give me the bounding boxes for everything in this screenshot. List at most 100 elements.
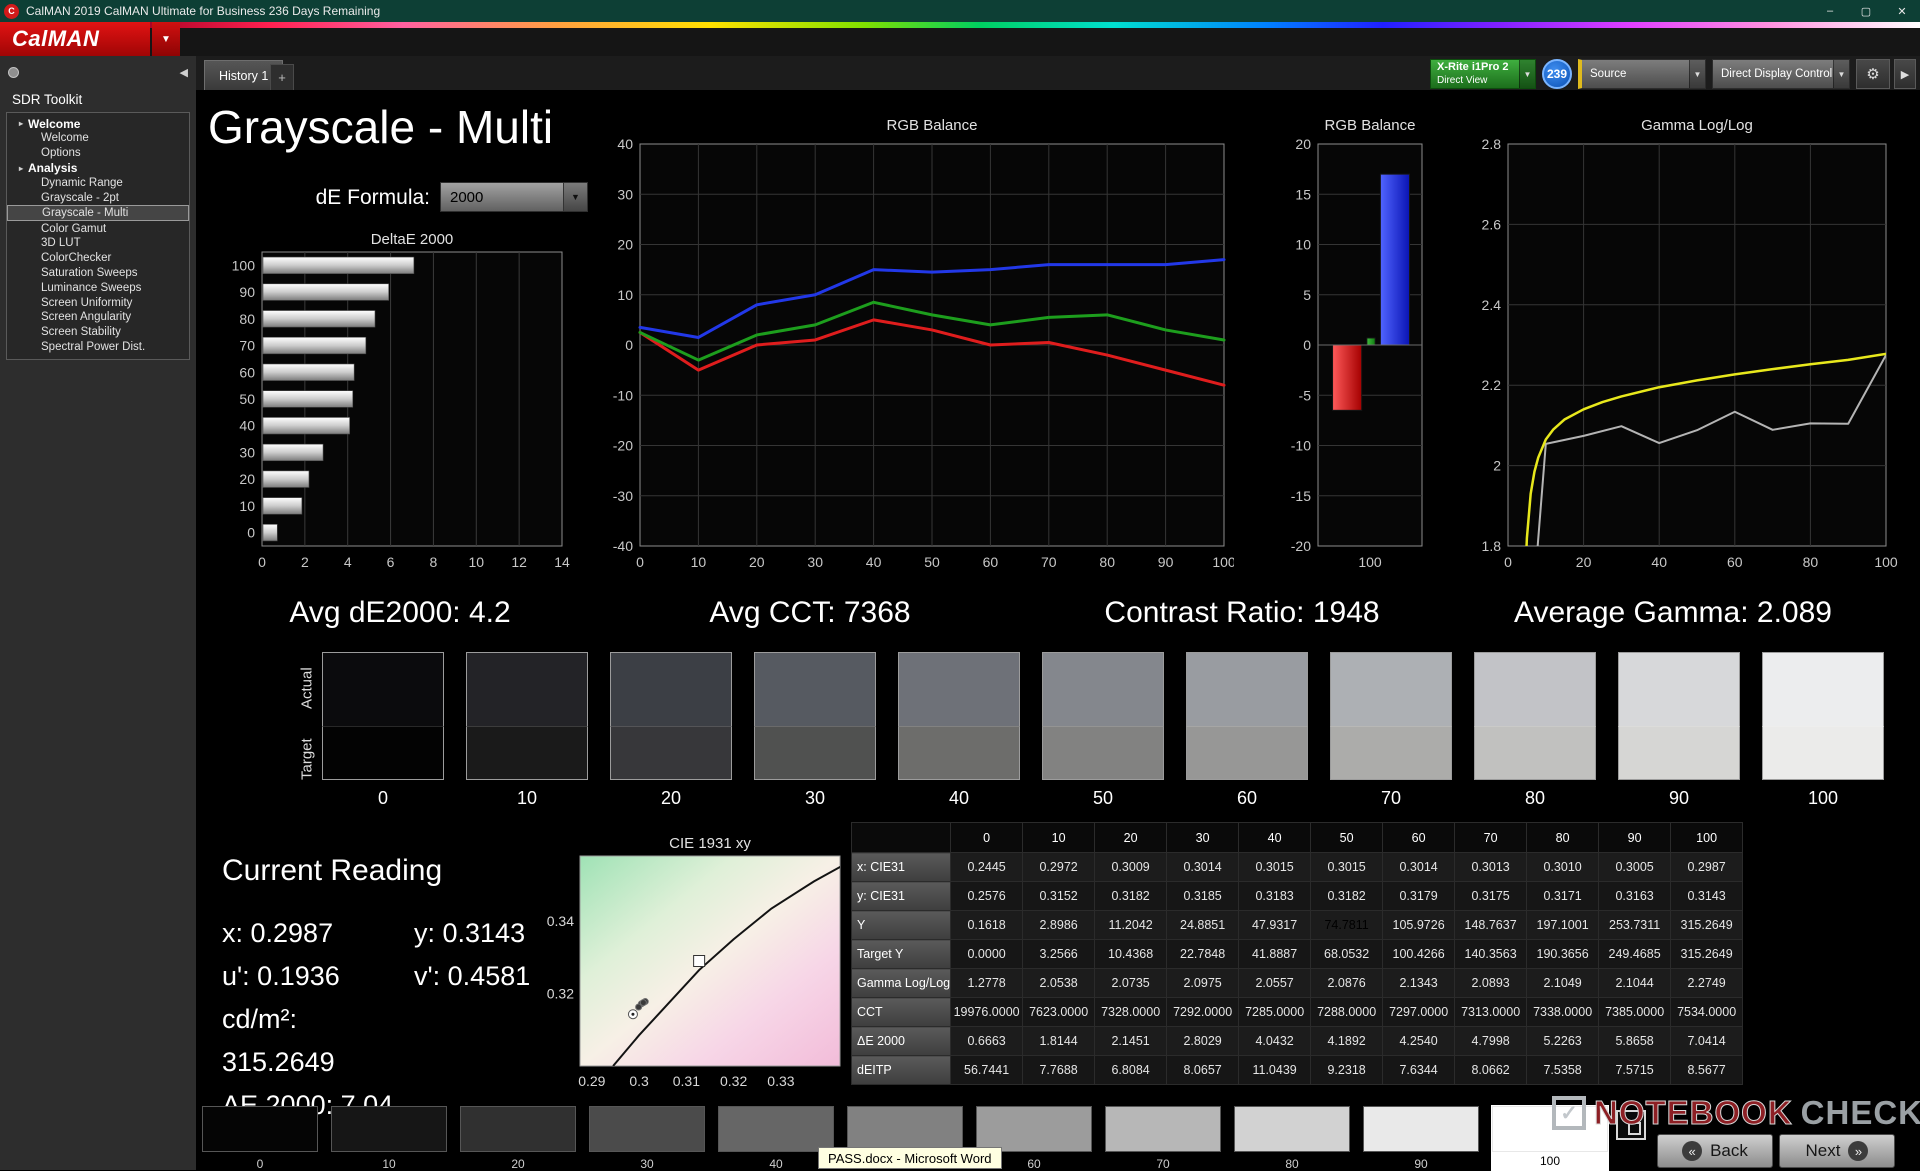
table-cell: 9.2318 <box>1310 1055 1384 1085</box>
sidebar-item-screen-angularity[interactable]: Screen Angularity <box>7 310 189 325</box>
pattern-button-80[interactable]: 80 <box>1234 1106 1350 1171</box>
pattern-button-0[interactable]: 0 <box>202 1106 318 1171</box>
tab-add-button[interactable]: + <box>270 64 294 90</box>
chevron-down-icon[interactable]: ▼ <box>1689 60 1705 88</box>
sidebar-item-options[interactable]: Options <box>7 146 189 161</box>
swatch-level-label: 40 <box>948 788 970 808</box>
table-cell: 315.2649 <box>1670 910 1744 940</box>
chevron-down-icon[interactable]: ▼ <box>1833 60 1849 88</box>
table-cell: 0.3152 <box>1022 881 1096 911</box>
sidebar-item-saturation-sweeps[interactable]: Saturation Sweeps <box>7 266 189 281</box>
svg-text:1.8: 1.8 <box>1482 538 1502 554</box>
table-cell: 7338.0000 <box>1526 997 1600 1027</box>
swatch-level-label: 0 <box>377 788 388 808</box>
reading-count-badge[interactable]: 239 <box>1542 59 1572 89</box>
svg-text:80: 80 <box>239 311 255 327</box>
table-cell: 2.0893 <box>1454 968 1528 998</box>
table-cell: 5.2263 <box>1526 1026 1600 1056</box>
pattern-button-40[interactable]: 40 <box>718 1106 834 1171</box>
svg-text:90: 90 <box>239 284 255 300</box>
table-cell: 7.7688 <box>1022 1055 1096 1085</box>
svg-text:RGB Balance: RGB Balance <box>887 117 978 134</box>
table-cell: 2.1451 <box>1094 1026 1168 1056</box>
table-cell: 197.1001 <box>1526 910 1600 940</box>
table-row-label: ΔE 2000 <box>850 1026 952 1056</box>
record-icon[interactable] <box>8 66 19 78</box>
table-cell: 0.3182 <box>1310 881 1384 911</box>
svg-text:2.8: 2.8 <box>1482 136 1502 152</box>
svg-text:0.32: 0.32 <box>720 1073 747 1089</box>
sidebar-item-colorchecker[interactable]: ColorChecker <box>7 251 189 266</box>
table-cell: 0.0000 <box>950 939 1024 969</box>
avg-de2000-stat: Avg dE2000: 4.2 <box>289 596 511 629</box>
sidebar-item-luminance-sweeps[interactable]: Luminance Sweeps <box>7 280 189 295</box>
grayscale-swatch-row: 0 10 20 30 40 50 60 70 80 90 100 <box>322 652 1884 809</box>
table-cell: 3.2566 <box>1022 939 1096 969</box>
target-row-label: Target <box>298 738 316 780</box>
pattern-button-10[interactable]: 10 <box>331 1106 447 1171</box>
grayscale-swatch-30: 30 <box>754 652 876 809</box>
workflow-advance-button[interactable]: ▶ <box>1894 59 1916 89</box>
chevron-down-icon: ▼ <box>563 183 587 211</box>
grayscale-swatch-20: 20 <box>610 652 732 809</box>
pattern-button-90[interactable]: 90 <box>1363 1106 1479 1171</box>
table-cell: 0.3015 <box>1310 852 1384 882</box>
table-cell: 2.1044 <box>1598 968 1672 998</box>
table-cell: 2.0975 <box>1166 968 1240 998</box>
maximize-button[interactable]: ▢ <box>1848 0 1884 22</box>
sidebar-item-screen-stability[interactable]: Screen Stability <box>7 325 189 340</box>
close-button[interactable]: ✕ <box>1884 0 1920 22</box>
chevron-down-icon[interactable]: ▼ <box>1519 60 1535 88</box>
table-col-header: 0 <box>950 822 1024 853</box>
back-button[interactable]: « Back <box>1657 1134 1773 1168</box>
svg-text:100: 100 <box>232 257 256 273</box>
tree-section-analysis[interactable]: ▸ Analysis <box>7 161 189 176</box>
table-cell: 10.4368 <box>1094 939 1168 969</box>
table-cell: 7313.0000 <box>1454 997 1528 1027</box>
calman-logo-text: CalMAN <box>12 26 100 51</box>
table-cell: 6.8084 <box>1094 1055 1168 1085</box>
swatch-level-label: 80 <box>1524 788 1546 808</box>
collapse-sidebar-button[interactable]: ◀ <box>180 66 188 79</box>
sidebar-item-grayscale-2pt[interactable]: Grayscale - 2pt <box>7 190 189 205</box>
table-cell: 7297.0000 <box>1382 997 1456 1027</box>
tree-section-welcome[interactable]: ▸ Welcome <box>7 116 189 131</box>
source-selector[interactable]: Source ▼ <box>1578 59 1706 89</box>
calman-logo-button[interactable]: CalMAN <box>0 22 150 56</box>
svg-text:DeltaE 2000: DeltaE 2000 <box>371 231 454 248</box>
table-cell: 2.1343 <box>1382 968 1456 998</box>
table-col-header: 70 <box>1454 822 1528 853</box>
sidebar-item-welcome[interactable]: Welcome <box>7 131 189 146</box>
svg-text:20: 20 <box>239 471 255 487</box>
svg-text:10: 10 <box>691 554 707 570</box>
pattern-button-70[interactable]: 70 <box>1105 1106 1221 1171</box>
pattern-button-20[interactable]: 20 <box>460 1106 576 1171</box>
svg-text:-30: -30 <box>613 488 633 504</box>
sidebar-item-grayscale-multi[interactable]: Grayscale - Multi <box>7 205 189 222</box>
next-button[interactable]: Next » <box>1779 1134 1895 1168</box>
meter-selector[interactable]: X-Rite i1Pro 2 Direct View ▼ <box>1430 59 1536 89</box>
display-control-selector[interactable]: Direct Display Control ▼ <box>1712 59 1850 89</box>
de-formula-label: dE Formula: <box>315 186 430 209</box>
svg-text:40: 40 <box>239 418 255 434</box>
svg-text:-10: -10 <box>1291 438 1311 454</box>
pattern-button-30[interactable]: 30 <box>589 1106 705 1171</box>
svg-text:30: 30 <box>239 444 255 460</box>
svg-text:0.3: 0.3 <box>629 1073 649 1089</box>
settings-gear-button[interactable]: ⚙ <box>1856 59 1890 89</box>
de-formula-dropdown[interactable]: 2000 ▼ <box>440 182 588 212</box>
table-cell: 0.3010 <box>1526 852 1600 882</box>
table-cell: 2.8029 <box>1166 1026 1240 1056</box>
minimize-button[interactable]: – <box>1812 0 1848 22</box>
table-row-label: Y <box>850 910 952 940</box>
sidebar-item-3d-lut[interactable]: 3D LUT <box>7 236 189 251</box>
sidebar-item-screen-uniformity[interactable]: Screen Uniformity <box>7 295 189 310</box>
sidebar-item-spectral-power-dist-[interactable]: Spectral Power Dist. <box>7 340 189 355</box>
sidebar-item-dynamic-range[interactable]: Dynamic Range <box>7 176 189 191</box>
svg-text:0.31: 0.31 <box>673 1073 700 1089</box>
table-cell: 2.0557 <box>1238 968 1312 998</box>
table-cell: 41.8887 <box>1238 939 1312 969</box>
sidebar-item-color-gamut[interactable]: Color Gamut <box>7 221 189 236</box>
table-cell: 4.1892 <box>1310 1026 1384 1056</box>
calman-menu-arrow[interactable]: ▼ <box>152 22 180 56</box>
